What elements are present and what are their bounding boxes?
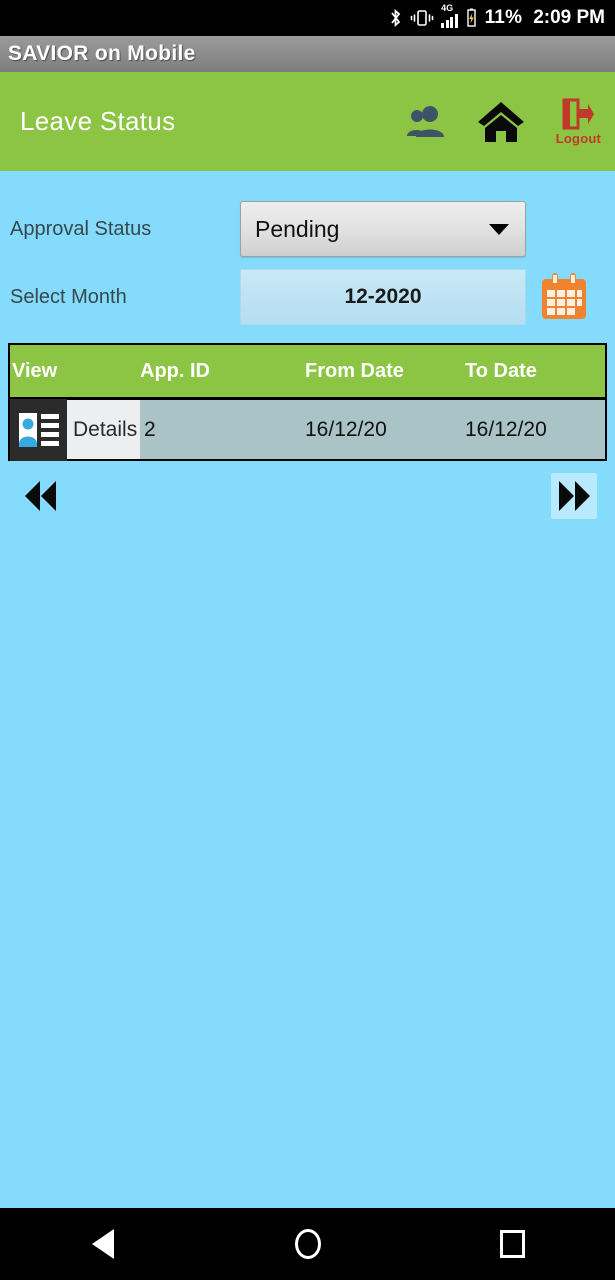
battery-percent: 11% — [484, 7, 523, 28]
logout-icon[interactable]: Logout — [556, 98, 601, 146]
app-title-bar: SAVIOR on Mobile — [0, 36, 615, 72]
recents-square-icon[interactable] — [473, 1208, 553, 1280]
select-month-value: 12-2020 — [344, 285, 422, 308]
approval-status-row: Approval Status Pending — [0, 201, 615, 257]
page-title: Leave Status — [20, 106, 176, 136]
header-actions: Logout — [406, 72, 601, 171]
contact-card-icon — [10, 398, 67, 461]
android-nav-bar — [0, 1208, 615, 1280]
home-circle-icon[interactable] — [268, 1208, 348, 1280]
column-header-app-id: App. ID — [140, 360, 210, 382]
approval-status-value: Pending — [255, 215, 340, 242]
chevron-down-icon — [489, 223, 509, 235]
column-header-view: View — [12, 360, 58, 382]
status-bar: 4G 11% 2:09 PM — [0, 0, 615, 36]
vibrate-icon — [410, 9, 434, 27]
column-header-from-date: From Date — [305, 360, 404, 382]
select-month-label: Select Month — [10, 285, 127, 308]
network-signal: 4G — [441, 3, 458, 28]
select-month-button[interactable]: 12-2020 — [240, 269, 526, 325]
signal-bars-icon — [441, 12, 458, 28]
filter-form: Approval Status Pending Select Month 12-… — [0, 171, 615, 325]
logout-label: Logout — [555, 130, 601, 146]
battery-charging-icon — [465, 8, 478, 28]
back-triangle-icon[interactable] — [63, 1208, 143, 1280]
phone-screen: 4G 11% 2:09 PM SAVIOR on Mobile Leave St… — [0, 0, 615, 1280]
select-month-row: Select Month 12-2020 — [0, 269, 615, 325]
calendar-icon[interactable] — [538, 271, 590, 323]
table-row: Details 2 16/12/20 16/12/20 — [10, 397, 605, 461]
double-left-arrow-icon[interactable] — [18, 473, 64, 519]
cell-to-date: 16/12/20 — [465, 417, 547, 441]
approval-status-select[interactable]: Pending — [240, 201, 526, 257]
details-label: Details — [73, 417, 138, 441]
table-header-row: View App. ID From Date To Date — [10, 345, 605, 397]
double-right-arrow-icon[interactable] — [551, 473, 597, 519]
cell-from-date: 16/12/20 — [305, 417, 387, 441]
app-title: SAVIOR on Mobile — [8, 42, 196, 65]
approval-status-label: Approval Status — [10, 217, 152, 240]
clock: 2:09 PM — [533, 7, 605, 28]
cell-app-id: 2 — [144, 417, 156, 441]
column-header-to-date: To Date — [465, 360, 537, 382]
pagination — [18, 473, 597, 519]
page-header: Leave Status Logout — [0, 72, 615, 171]
details-button[interactable]: Details — [10, 398, 140, 461]
leave-status-table: View App. ID From Date To Date Details 2… — [8, 343, 607, 461]
home-icon[interactable] — [476, 100, 526, 144]
contacts-icon[interactable] — [406, 103, 446, 141]
bluetooth-icon — [388, 8, 403, 28]
